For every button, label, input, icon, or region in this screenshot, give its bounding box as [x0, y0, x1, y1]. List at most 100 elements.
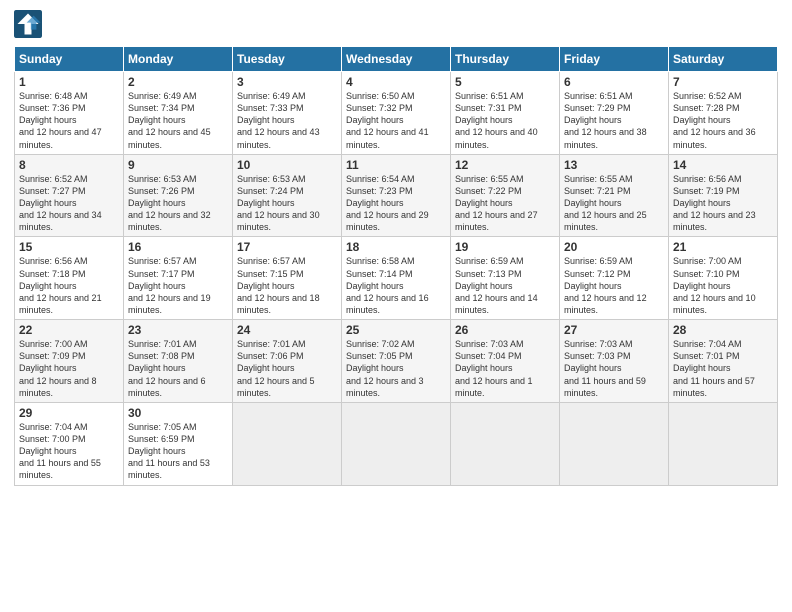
day-info: Sunrise: 7:02 AMSunset: 7:05 PMDaylight …	[346, 338, 446, 399]
day-info: Sunrise: 7:01 AMSunset: 7:08 PMDaylight …	[128, 338, 228, 399]
day-info: Sunrise: 7:05 AMSunset: 6:59 PMDaylight …	[128, 421, 228, 482]
calendar-cell: 2 Sunrise: 6:49 AMSunset: 7:34 PMDayligh…	[124, 72, 233, 155]
day-number: 4	[346, 75, 446, 89]
calendar-cell: 7 Sunrise: 6:52 AMSunset: 7:28 PMDayligh…	[669, 72, 778, 155]
day-number: 7	[673, 75, 773, 89]
day-info: Sunrise: 6:55 AMSunset: 7:22 PMDaylight …	[455, 173, 555, 234]
day-info: Sunrise: 7:00 AMSunset: 7:10 PMDaylight …	[673, 255, 773, 316]
calendar-cell: 12 Sunrise: 6:55 AMSunset: 7:22 PMDaylig…	[451, 154, 560, 237]
day-number: 27	[564, 323, 664, 337]
day-number: 17	[237, 240, 337, 254]
calendar-table: SundayMondayTuesdayWednesdayThursdayFrid…	[14, 46, 778, 486]
day-number: 26	[455, 323, 555, 337]
day-info: Sunrise: 7:01 AMSunset: 7:06 PMDaylight …	[237, 338, 337, 399]
day-info: Sunrise: 7:04 AMSunset: 7:00 PMDaylight …	[19, 421, 119, 482]
calendar-cell: 4 Sunrise: 6:50 AMSunset: 7:32 PMDayligh…	[342, 72, 451, 155]
calendar-cell	[560, 402, 669, 485]
calendar-cell: 19 Sunrise: 6:59 AMSunset: 7:13 PMDaylig…	[451, 237, 560, 320]
calendar-cell: 18 Sunrise: 6:58 AMSunset: 7:14 PMDaylig…	[342, 237, 451, 320]
day-number: 9	[128, 158, 228, 172]
day-info: Sunrise: 6:56 AMSunset: 7:19 PMDaylight …	[673, 173, 773, 234]
day-number: 21	[673, 240, 773, 254]
calendar-cell: 20 Sunrise: 6:59 AMSunset: 7:12 PMDaylig…	[560, 237, 669, 320]
day-number: 18	[346, 240, 446, 254]
calendar-cell: 9 Sunrise: 6:53 AMSunset: 7:26 PMDayligh…	[124, 154, 233, 237]
day-number: 5	[455, 75, 555, 89]
calendar-cell	[233, 402, 342, 485]
calendar-cell: 25 Sunrise: 7:02 AMSunset: 7:05 PMDaylig…	[342, 320, 451, 403]
calendar-row: 15 Sunrise: 6:56 AMSunset: 7:18 PMDaylig…	[15, 237, 778, 320]
day-info: Sunrise: 6:49 AMSunset: 7:34 PMDaylight …	[128, 90, 228, 151]
day-number: 13	[564, 158, 664, 172]
weekday-header: Thursday	[451, 47, 560, 72]
day-info: Sunrise: 6:53 AMSunset: 7:24 PMDaylight …	[237, 173, 337, 234]
day-info: Sunrise: 6:59 AMSunset: 7:12 PMDaylight …	[564, 255, 664, 316]
logo	[14, 10, 46, 38]
calendar-cell	[451, 402, 560, 485]
day-number: 10	[237, 158, 337, 172]
day-info: Sunrise: 7:03 AMSunset: 7:04 PMDaylight …	[455, 338, 555, 399]
day-info: Sunrise: 6:56 AMSunset: 7:18 PMDaylight …	[19, 255, 119, 316]
day-info: Sunrise: 6:49 AMSunset: 7:33 PMDaylight …	[237, 90, 337, 151]
day-number: 8	[19, 158, 119, 172]
day-number: 22	[19, 323, 119, 337]
day-number: 16	[128, 240, 228, 254]
calendar-cell: 14 Sunrise: 6:56 AMSunset: 7:19 PMDaylig…	[669, 154, 778, 237]
day-info: Sunrise: 7:03 AMSunset: 7:03 PMDaylight …	[564, 338, 664, 399]
day-number: 14	[673, 158, 773, 172]
calendar-cell: 23 Sunrise: 7:01 AMSunset: 7:08 PMDaylig…	[124, 320, 233, 403]
calendar-body: 1 Sunrise: 6:48 AMSunset: 7:36 PMDayligh…	[15, 72, 778, 486]
calendar-cell: 21 Sunrise: 7:00 AMSunset: 7:10 PMDaylig…	[669, 237, 778, 320]
calendar-cell: 17 Sunrise: 6:57 AMSunset: 7:15 PMDaylig…	[233, 237, 342, 320]
day-info: Sunrise: 6:57 AMSunset: 7:15 PMDaylight …	[237, 255, 337, 316]
day-number: 19	[455, 240, 555, 254]
calendar-cell: 1 Sunrise: 6:48 AMSunset: 7:36 PMDayligh…	[15, 72, 124, 155]
weekday-header: Saturday	[669, 47, 778, 72]
weekday-header: Monday	[124, 47, 233, 72]
day-number: 15	[19, 240, 119, 254]
day-info: Sunrise: 6:58 AMSunset: 7:14 PMDaylight …	[346, 255, 446, 316]
calendar-cell: 10 Sunrise: 6:53 AMSunset: 7:24 PMDaylig…	[233, 154, 342, 237]
calendar-cell: 15 Sunrise: 6:56 AMSunset: 7:18 PMDaylig…	[15, 237, 124, 320]
calendar-cell: 28 Sunrise: 7:04 AMSunset: 7:01 PMDaylig…	[669, 320, 778, 403]
calendar-row: 1 Sunrise: 6:48 AMSunset: 7:36 PMDayligh…	[15, 72, 778, 155]
weekday-header: Friday	[560, 47, 669, 72]
calendar-row: 8 Sunrise: 6:52 AMSunset: 7:27 PMDayligh…	[15, 154, 778, 237]
calendar-cell: 3 Sunrise: 6:49 AMSunset: 7:33 PMDayligh…	[233, 72, 342, 155]
weekday-header: Tuesday	[233, 47, 342, 72]
calendar-cell: 8 Sunrise: 6:52 AMSunset: 7:27 PMDayligh…	[15, 154, 124, 237]
day-info: Sunrise: 6:50 AMSunset: 7:32 PMDaylight …	[346, 90, 446, 151]
calendar-cell: 24 Sunrise: 7:01 AMSunset: 7:06 PMDaylig…	[233, 320, 342, 403]
day-number: 11	[346, 158, 446, 172]
day-info: Sunrise: 6:48 AMSunset: 7:36 PMDaylight …	[19, 90, 119, 151]
day-number: 3	[237, 75, 337, 89]
day-info: Sunrise: 6:55 AMSunset: 7:21 PMDaylight …	[564, 173, 664, 234]
day-number: 12	[455, 158, 555, 172]
day-number: 24	[237, 323, 337, 337]
day-info: Sunrise: 6:53 AMSunset: 7:26 PMDaylight …	[128, 173, 228, 234]
day-number: 6	[564, 75, 664, 89]
calendar-cell: 30 Sunrise: 7:05 AMSunset: 6:59 PMDaylig…	[124, 402, 233, 485]
day-info: Sunrise: 6:51 AMSunset: 7:31 PMDaylight …	[455, 90, 555, 151]
calendar-row: 29 Sunrise: 7:04 AMSunset: 7:00 PMDaylig…	[15, 402, 778, 485]
day-info: Sunrise: 7:00 AMSunset: 7:09 PMDaylight …	[19, 338, 119, 399]
calendar-row: 22 Sunrise: 7:00 AMSunset: 7:09 PMDaylig…	[15, 320, 778, 403]
day-info: Sunrise: 6:51 AMSunset: 7:29 PMDaylight …	[564, 90, 664, 151]
header	[14, 10, 778, 38]
day-number: 2	[128, 75, 228, 89]
day-number: 28	[673, 323, 773, 337]
calendar-header-row: SundayMondayTuesdayWednesdayThursdayFrid…	[15, 47, 778, 72]
day-number: 30	[128, 406, 228, 420]
calendar-cell	[669, 402, 778, 485]
day-number: 25	[346, 323, 446, 337]
calendar-cell: 6 Sunrise: 6:51 AMSunset: 7:29 PMDayligh…	[560, 72, 669, 155]
calendar-cell	[342, 402, 451, 485]
logo-icon	[14, 10, 42, 38]
day-info: Sunrise: 6:57 AMSunset: 7:17 PMDaylight …	[128, 255, 228, 316]
calendar-cell: 26 Sunrise: 7:03 AMSunset: 7:04 PMDaylig…	[451, 320, 560, 403]
calendar-cell: 27 Sunrise: 7:03 AMSunset: 7:03 PMDaylig…	[560, 320, 669, 403]
day-number: 29	[19, 406, 119, 420]
weekday-header: Wednesday	[342, 47, 451, 72]
day-info: Sunrise: 7:04 AMSunset: 7:01 PMDaylight …	[673, 338, 773, 399]
calendar-page: SundayMondayTuesdayWednesdayThursdayFrid…	[0, 0, 792, 612]
